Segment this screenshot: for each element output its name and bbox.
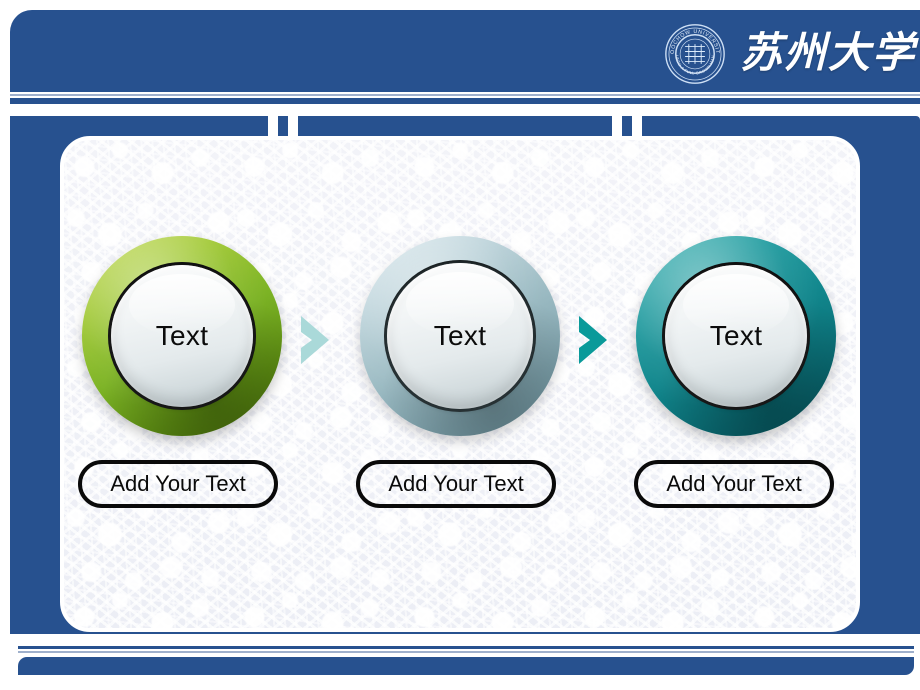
caption-label-1: Add Your Text	[110, 471, 246, 496]
node-disc-2[interactable]: Text	[387, 263, 533, 409]
process-diagram: Text Text Text Add Your Text Add Your Te…	[64, 140, 856, 628]
notch-gap-1	[268, 114, 278, 136]
footer-bar	[18, 657, 914, 675]
process-node-1[interactable]: Text	[82, 236, 282, 436]
node-disc-3[interactable]: Text	[665, 265, 807, 407]
notch-gap-2	[288, 114, 298, 136]
caption-pill-2[interactable]: Add Your Text	[356, 460, 556, 508]
university-name: 苏州大学	[740, 31, 917, 77]
content-panel: Text Text Text Add Your Text Add Your Te…	[60, 136, 860, 632]
caption-pill-3[interactable]: Add Your Text	[634, 460, 834, 508]
node-label-3: Text	[709, 320, 763, 351]
header-rule-thin	[10, 94, 920, 96]
svg-text:SOOCHOW UNIVERSITY: SOOCHOW UNIVERSITY	[664, 23, 720, 54]
node-disc-1[interactable]: Text	[111, 265, 253, 407]
university-branding: SOOCHOW UNIVERSITY UNTO A FULL GROWN MAN…	[664, 20, 914, 88]
node-label-1: Text	[155, 320, 209, 351]
arrow-1	[299, 312, 347, 368]
arrow-2	[577, 312, 625, 368]
node-label-2: Text	[433, 320, 487, 351]
footer-rule-thin	[18, 651, 914, 653]
chevron-right-icon	[301, 316, 329, 364]
header-rule-thick	[10, 98, 920, 104]
soochow-university-seal-icon: SOOCHOW UNIVERSITY UNTO A FULL GROWN MAN	[664, 23, 725, 84]
notch-gap-4	[632, 114, 642, 136]
footer-rule-thick	[18, 646, 914, 649]
slide-canvas: SOOCHOW UNIVERSITY UNTO A FULL GROWN MAN…	[0, 0, 920, 690]
caption-label-2: Add Your Text	[388, 471, 524, 496]
notch-gap-3	[612, 114, 622, 136]
process-node-3[interactable]: Text	[636, 236, 836, 436]
caption-pill-1[interactable]: Add Your Text	[78, 460, 278, 508]
process-node-2[interactable]: Text	[360, 236, 560, 436]
caption-label-3: Add Your Text	[666, 471, 802, 496]
chevron-right-icon	[579, 316, 607, 364]
